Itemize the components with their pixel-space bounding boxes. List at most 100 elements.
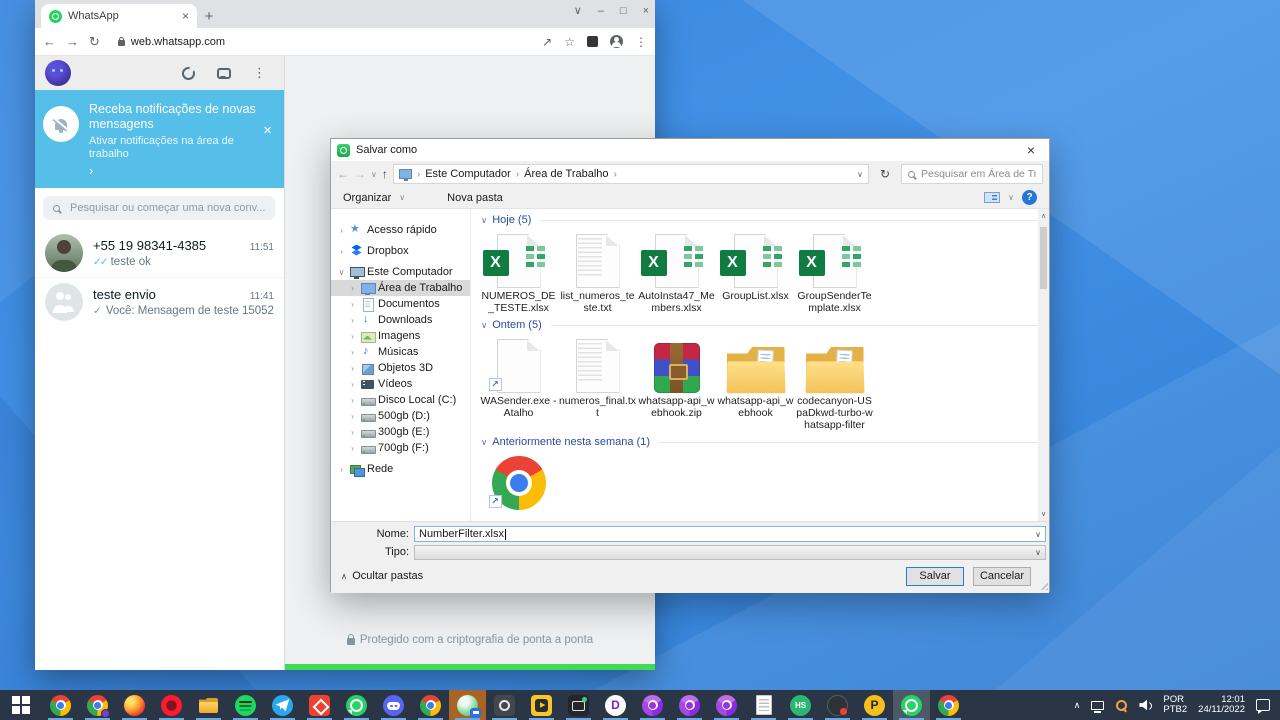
tree-item-documentos[interactable]: › Documentos [331,296,470,312]
refresh-icon[interactable]: ↻ [874,167,896,181]
tree-item-disco-local-c-[interactable]: › Disco Local (C:) [331,392,470,408]
file-group-header[interactable]: ∨ Anteriormente nesta semana (1) [481,436,1039,448]
new-tab-button[interactable]: + [197,4,221,28]
tree-item-objetos-3d[interactable]: › Objetos 3D [331,360,470,376]
user-avatar[interactable] [45,60,71,86]
address-bar[interactable]: web.whatsapp.com [109,31,533,52]
side-panel-icon[interactable] [587,36,598,47]
file-item[interactable]: numeros_final.txt [558,333,637,419]
tree-item-v-deos[interactable]: › Vídeos [331,376,470,392]
tree-item-este-computador[interactable]: ∨ Este Computador [331,264,470,280]
firefox[interactable] [116,690,153,720]
hide-folders-button[interactable]: ∧ Ocultar pastas [341,570,423,582]
nav-history-chevron-icon[interactable]: ∨ [371,170,377,179]
tree-expander-icon[interactable]: › [348,411,357,421]
tree-item--rea-de-trabalho[interactable]: › Área de Trabalho [331,280,470,296]
new-chat-icon[interactable] [217,67,231,79]
volume-icon[interactable] [1139,700,1152,711]
filename-chevron-icon[interactable]: ∨ [1035,530,1041,539]
chrome-profile[interactable] [79,690,116,720]
chat-list-item[interactable]: +55 19 98341-4385 11:51 ✓✓ teste ok [35,228,284,277]
tree-item-m-sicas[interactable]: › Músicas [331,344,470,360]
clock[interactable]: 12:01 24/11/2022 [1198,694,1245,716]
profile-avatar-icon[interactable] [610,35,623,48]
tree-expander-icon[interactable]: › [337,464,346,474]
tree-expander-icon[interactable]: › [337,225,346,235]
minimize-icon[interactable]: – [598,5,604,17]
file-explorer[interactable] [190,690,227,720]
action-center-icon[interactable] [1256,699,1270,711]
tree-item-300gb-e-[interactable]: › 300gb (E:) [331,424,470,440]
cancel-button[interactable]: Cancelar [973,566,1031,586]
tree-item-500gb-d-[interactable]: › 500gb (D:) [331,408,470,424]
purple-browser-2[interactable] [671,690,708,720]
breadcrumb-chevron-icon[interactable]: ∨ [857,170,863,179]
tree-item-acesso-r-pido[interactable]: › Acesso rápido [331,222,470,238]
file-list-scrollbar[interactable]: ∧ ∨ [1038,209,1049,521]
tree-item-imagens[interactable]: › Imagens [331,328,470,344]
purple-browser-1[interactable] [634,690,671,720]
share-icon[interactable]: ↗ [542,35,552,49]
scroll-up-icon[interactable]: ∧ [1041,209,1046,223]
tree-item-700gb-f-[interactable]: › 700gb (F:) [331,440,470,456]
tree-expander-icon[interactable]: › [348,315,357,325]
tab-whatsapp[interactable]: WhatsApp × [41,4,197,28]
tree-expander-icon[interactable]: › [348,331,357,341]
chat-search-input[interactable]: Pesquisar ou começar uma nova conv... [43,196,276,220]
help-icon[interactable]: ? [1022,190,1037,205]
view-chevron-icon[interactable]: ∨ [1008,193,1014,202]
spotify[interactable] [227,690,264,720]
whatsapp[interactable] [338,690,375,720]
file-item[interactable]: X AutoInsta47_Members.xlsx [637,228,716,314]
tree-expander-icon[interactable]: › [348,379,357,389]
dialog-search-input[interactable]: Pesquisar em Área de Trabal... [901,164,1043,184]
tray-chevron-up-icon[interactable]: ∧ [1074,700,1081,711]
file-item[interactable]: whatsapp-api_webhook [716,333,795,419]
nav-back-icon[interactable]: ← [337,167,349,181]
breadcrumb-desktop[interactable]: Área de Trabalho [524,168,608,180]
banner-close-icon[interactable]: × [263,122,272,139]
purple-browser-3[interactable] [708,690,745,720]
tree-expander-icon[interactable]: › [348,299,357,309]
file-item[interactable]: whatsapp-api_webhook.zip [637,333,716,419]
chrome[interactable] [42,690,79,720]
breadcrumb[interactable]: › Este Computador › Área de Trabalho › ∨ [392,164,869,184]
tree-expander-icon[interactable]: ∨ [337,267,346,278]
tree-item-downloads[interactable]: › Downloads [331,312,470,328]
media-studio-app[interactable] [523,690,560,720]
chrome-2[interactable] [412,690,449,720]
tree-expander-icon[interactable]: › [348,347,357,357]
tree-expander-icon[interactable]: › [348,443,357,453]
wasender-app[interactable] [449,690,486,720]
save-button[interactable]: Salvar [906,566,964,586]
maximize-icon[interactable]: □ [620,5,627,17]
filename-input[interactable]: NumberFilter.xlsx ∨ [414,526,1046,542]
tree-expander-icon[interactable]: › [348,283,357,293]
whatsapp-desktop[interactable] [893,690,930,720]
p-app[interactable]: P [856,690,893,720]
file-group-header[interactable]: ∨ Ontem (5) [481,319,1039,331]
tab-close-icon[interactable]: × [182,9,189,23]
notepad[interactable] [745,690,782,720]
network-icon[interactable] [1091,700,1105,713]
tab-search-chevron-icon[interactable]: ∨ [574,4,582,17]
tree-expander-icon[interactable]: › [348,395,357,405]
status-icon[interactable] [182,66,195,80]
scroll-down-icon[interactable]: ∨ [1041,507,1046,521]
dialog-close-icon[interactable]: × [1019,142,1043,158]
forward-icon[interactable]: → [66,34,79,49]
filetype-select[interactable]: ∨ [414,544,1046,560]
view-mode-icon[interactable] [984,192,1001,203]
search-tray-icon[interactable] [1115,699,1128,712]
back-icon[interactable]: ← [43,34,56,49]
telegram[interactable] [264,690,301,720]
scrollbar-thumb[interactable] [1040,227,1047,289]
file-item[interactable]: list_numeros_teste.txt [558,228,637,314]
reload-icon[interactable]: ↻ [89,34,100,50]
file-item[interactable]: codecanyon-USpaDkwd-turbo-whatsapp-filte… [795,333,874,431]
file-item[interactable]: X NUMEROS_DE_TESTE.xlsx [479,228,558,314]
tree-item-rede[interactable]: › Rede [331,461,470,477]
tree-expander-icon[interactable]: › [348,363,357,373]
start-button[interactable] [0,690,42,720]
nav-up-icon[interactable]: ↑ [382,167,388,181]
